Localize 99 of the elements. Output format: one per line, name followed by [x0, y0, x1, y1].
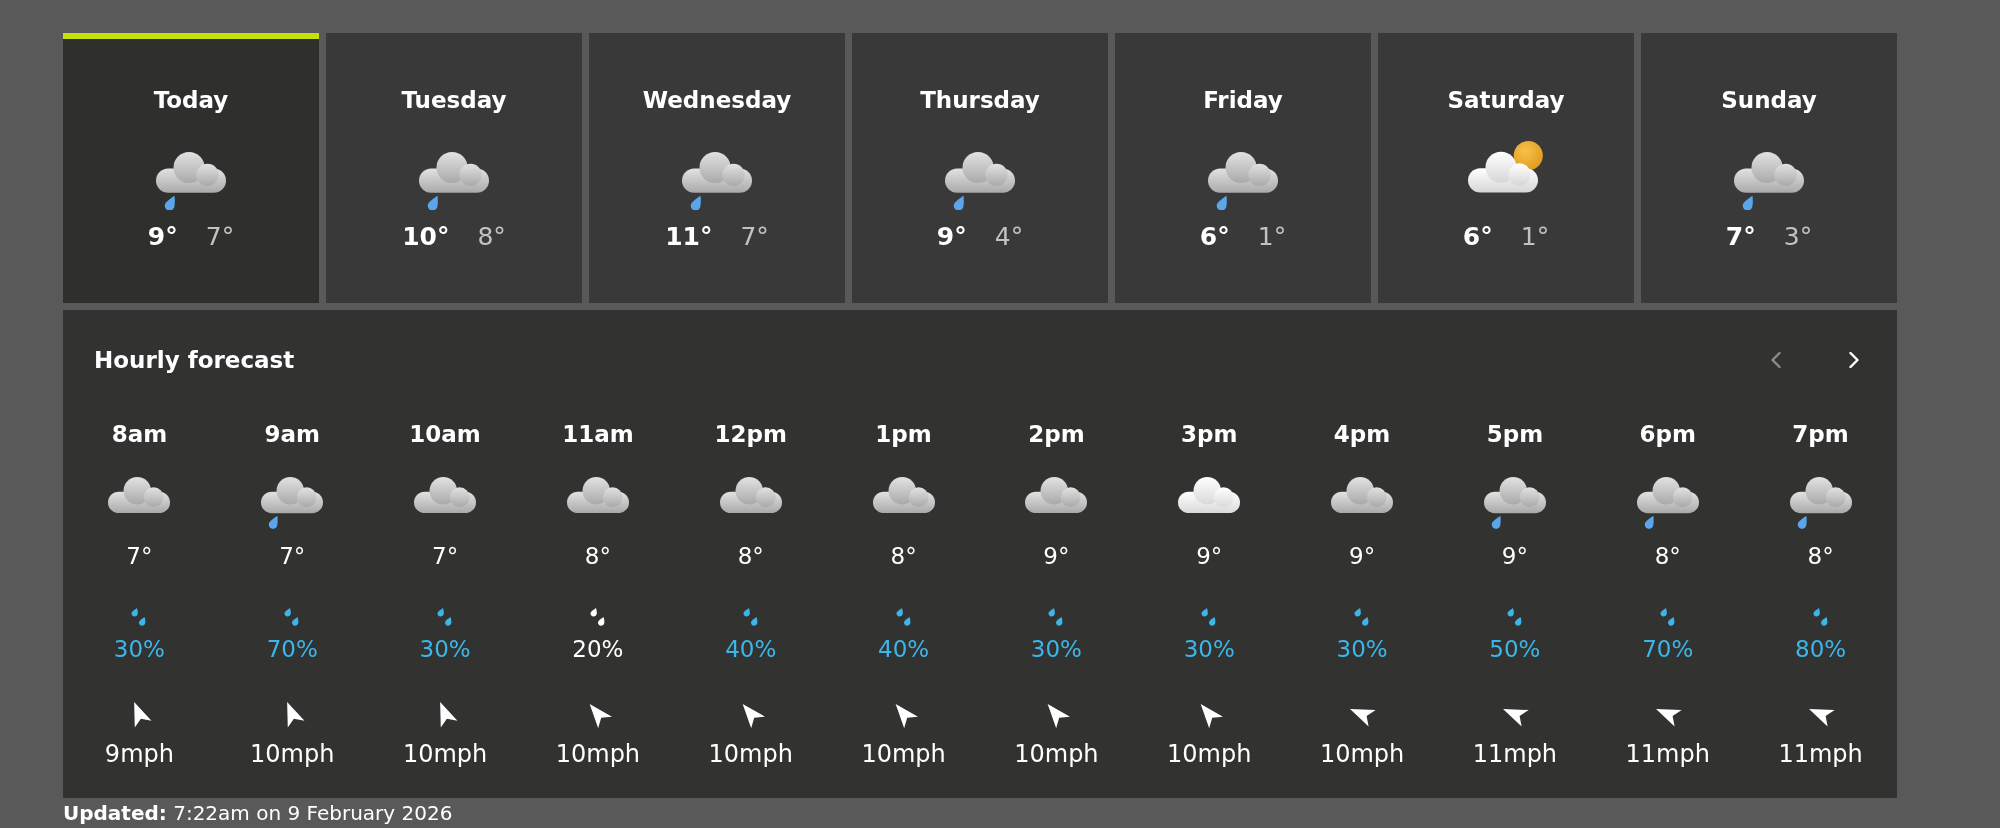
rain-chance: 30%	[113, 635, 165, 663]
hour-temperature: 9°	[1043, 542, 1070, 570]
rain-chance: 40%	[878, 635, 930, 663]
rain-chance: 80%	[1795, 635, 1847, 663]
rain-chance: 40%	[725, 635, 777, 663]
day-tab[interactable]: Sunday 7° 3°	[1641, 33, 1897, 303]
high-temperature: 9°	[936, 221, 967, 253]
wind-speed: 10mph	[708, 739, 793, 769]
day-tab[interactable]: Saturday 6° 1°	[1378, 33, 1634, 303]
wind-speed: 10mph	[1167, 739, 1252, 769]
rain-chance: 30%	[1183, 635, 1235, 663]
hour-temperature: 8°	[737, 542, 764, 570]
wind-speed: 11mph	[1472, 739, 1558, 769]
cloud-rain-icon	[1483, 477, 1546, 529]
cloud-icon	[1331, 477, 1394, 514]
high-temperature: 11°	[665, 221, 713, 253]
cloud-icon	[872, 477, 935, 514]
cloud-icon	[414, 477, 477, 514]
low-temperature: 4°	[994, 221, 1024, 253]
hour-label: 2pm	[1028, 420, 1085, 448]
hour-temperature: 8°	[1654, 542, 1681, 570]
high-temperature: 6°	[1462, 221, 1493, 253]
hour-temperature: 9°	[1501, 542, 1528, 570]
cloud-icon	[1178, 477, 1241, 514]
high-temperature: 9°	[147, 221, 178, 253]
chevron-left-icon	[1771, 352, 1781, 368]
hour-label: 12pm	[714, 420, 787, 448]
day-tab[interactable]: Thursday 9° 4°	[852, 33, 1108, 303]
hour-temperature: 7°	[279, 542, 306, 570]
day-tab[interactable]: Tuesday 10° 8°	[326, 33, 582, 303]
hour-label: 10am	[409, 420, 481, 448]
day-tab[interactable]: Wednesday 11° 7°	[589, 33, 845, 303]
wind-speed: 10mph	[555, 739, 641, 769]
day-name: Tuesday	[401, 86, 507, 114]
cloud-icon	[719, 477, 782, 514]
rain-chance: 70%	[266, 635, 318, 663]
low-temperature: 7°	[740, 221, 769, 253]
hour-temperature: 7°	[126, 542, 153, 570]
hour-temperature: 8°	[584, 542, 611, 570]
low-temperature: 3°	[1783, 221, 1813, 253]
panel-title: Hourly forecast	[94, 346, 295, 374]
cloud-rain-icon	[1734, 152, 1804, 211]
day-name: Friday	[1203, 86, 1283, 114]
hour-label: 7pm	[1792, 420, 1849, 448]
cloud-rain-icon	[419, 152, 489, 211]
cloud-icon	[1025, 477, 1088, 514]
hour-label: 4pm	[1333, 420, 1391, 448]
wind-speed: 11mph	[1625, 739, 1710, 769]
hour-temperature: 8°	[890, 542, 917, 570]
high-temperature: 10°	[402, 221, 450, 253]
hour-label: 1pm	[875, 420, 932, 448]
cloud-rain-icon	[261, 477, 324, 529]
day-name: Wednesday	[642, 86, 792, 114]
cloud-icon	[108, 477, 171, 514]
rain-chance: 70%	[1642, 635, 1694, 663]
wind-speed: 10mph	[250, 739, 335, 769]
updated-timestamp: Updated: 7:22am on 9 February 2026	[63, 801, 454, 825]
hour-temperature: 9°	[1349, 542, 1376, 570]
hour-label: 9am	[264, 420, 320, 448]
high-temperature: 7°	[1725, 221, 1756, 253]
cloud-icon	[566, 477, 629, 514]
hour-temperature: 9°	[1196, 542, 1223, 570]
day-name: Thursday	[920, 86, 1040, 114]
rain-chance: 20%	[572, 635, 624, 663]
low-temperature: 8°	[477, 221, 506, 253]
hour-label: 11am	[562, 420, 634, 448]
hour-temperature: 7°	[432, 542, 459, 570]
wind-speed: 10mph	[861, 739, 946, 769]
rain-chance: 30%	[419, 635, 471, 663]
chevron-right-icon	[1849, 352, 1859, 368]
wind-speed: 9mph	[104, 739, 174, 769]
wind-speed: 10mph	[1319, 739, 1405, 769]
day-tab[interactable]: Friday 6° 1°	[1115, 33, 1371, 303]
hour-temperature: 8°	[1807, 542, 1834, 570]
day-tab[interactable]: Today 9° 7°	[63, 33, 319, 303]
day-name: Sunday	[1721, 86, 1817, 114]
cloud-rain-icon	[945, 152, 1015, 211]
cloud-rain-icon	[1208, 152, 1278, 211]
cloud-rain-icon	[1789, 477, 1852, 529]
hour-label: 5pm	[1486, 420, 1544, 448]
cloud-rain-icon	[682, 152, 752, 211]
hour-label: 3pm	[1181, 420, 1238, 448]
day-name: Today	[153, 86, 229, 114]
cloud-rain-icon	[1636, 477, 1699, 529]
rain-chance: 50%	[1489, 635, 1541, 663]
hour-label: 8am	[111, 420, 168, 448]
wind-speed: 11mph	[1778, 739, 1863, 769]
cloud-rain-icon	[156, 152, 226, 211]
day-name: Saturday	[1447, 86, 1565, 114]
low-temperature: 1°	[1257, 221, 1287, 253]
low-temperature: 7°	[205, 221, 235, 253]
wind-speed: 10mph	[1014, 739, 1099, 769]
hour-label: 6pm	[1639, 420, 1696, 448]
high-temperature: 6°	[1199, 221, 1230, 253]
sun-cloud-icon	[1468, 141, 1544, 193]
rain-chance: 30%	[1030, 635, 1082, 663]
rain-chance: 30%	[1336, 635, 1388, 663]
wind-speed: 10mph	[402, 739, 488, 769]
low-temperature: 1°	[1520, 221, 1550, 253]
